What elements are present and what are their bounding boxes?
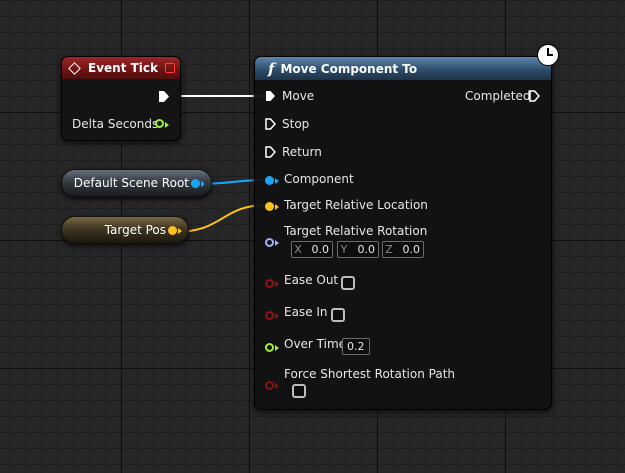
force-shortest-label: Force Shortest Rotation Path	[284, 367, 455, 381]
delta-seconds-label: Delta Seconds	[72, 117, 159, 131]
force-shortest-checkbox[interactable]	[292, 384, 306, 398]
rotation-y-value: 0.0	[357, 243, 376, 256]
move-label: Move	[282, 89, 315, 103]
latent-clock-icon	[537, 44, 559, 66]
completed-exec-pin[interactable]	[529, 90, 540, 102]
rotation-x-field[interactable]: X 0.0	[291, 241, 333, 258]
target-pos-arrow-icon	[178, 228, 182, 234]
default-scene-root-pin[interactable]	[191, 179, 200, 188]
target-pos-label: Target Pos	[104, 223, 166, 237]
target-location-label: Target Relative Location	[284, 198, 428, 212]
return-label: Return	[282, 145, 322, 159]
rotation-z-value: 0.0	[402, 243, 421, 256]
delta-seconds-arrow-icon	[165, 122, 169, 128]
ease-out-checkbox[interactable]	[341, 276, 355, 290]
ease-in-label: Ease In	[284, 305, 328, 319]
event-stop-icon	[165, 63, 175, 73]
stop-exec-pin[interactable]	[265, 118, 276, 130]
rotation-y-field[interactable]: Y 0.0	[337, 241, 379, 258]
force-shortest-arrow-icon	[275, 383, 279, 389]
ease-out-label: Ease Out	[284, 273, 339, 287]
over-time-pin[interactable]	[265, 343, 274, 352]
return-exec-pin[interactable]	[265, 146, 276, 158]
rotation-x-axis-label: X	[294, 243, 302, 256]
completed-label: Completed	[465, 89, 531, 103]
move-component-header[interactable]: f Move Component To	[255, 57, 551, 80]
target-rotation-pin[interactable]	[265, 238, 274, 247]
rotation-z-axis-label: Z	[385, 243, 393, 256]
move-exec-pin[interactable]	[265, 90, 276, 102]
rotation-z-field[interactable]: Z 0.0	[382, 241, 424, 258]
ease-out-arrow-icon	[275, 281, 279, 287]
move-component-to-node[interactable]: f Move Component To Move Stop Return Com…	[254, 56, 552, 410]
target-rotation-label: Target Relative Rotation	[284, 224, 428, 238]
rotation-y-axis-label: Y	[340, 243, 348, 256]
over-time-label: Over Time	[284, 337, 347, 351]
event-tick-node[interactable]: Event Tick Delta Seconds	[61, 56, 181, 141]
component-label: Component	[284, 172, 354, 186]
event-tick-header[interactable]: Event Tick	[62, 57, 180, 79]
component-pin[interactable]	[265, 176, 274, 185]
event-exec-out-pin[interactable]	[158, 90, 170, 103]
target-location-arrow-icon	[275, 204, 279, 210]
target-location-pin[interactable]	[265, 202, 274, 211]
component-arrow-icon	[275, 178, 279, 184]
stop-label: Stop	[282, 117, 310, 131]
default-scene-root-node[interactable]: Default Scene Root	[61, 169, 212, 197]
target-pos-node[interactable]: Target Pos	[61, 216, 189, 244]
delta-seconds-pin[interactable]	[155, 119, 164, 128]
ease-in-checkbox[interactable]	[331, 308, 345, 322]
rotation-x-value: 0.0	[311, 243, 330, 256]
over-time-input[interactable]: 0.2	[342, 338, 370, 355]
over-time-arrow-icon	[275, 345, 279, 351]
move-component-title: Move Component To	[280, 61, 418, 76]
function-icon: f	[268, 59, 275, 78]
event-diamond-icon	[68, 61, 81, 75]
target-pos-pin[interactable]	[168, 226, 177, 235]
event-tick-title: Event Tick	[88, 61, 159, 75]
target-rotation-arrow-icon	[275, 240, 279, 246]
ease-out-pin[interactable]	[265, 279, 274, 288]
ease-in-arrow-icon	[275, 313, 279, 319]
default-scene-root-label: Default Scene Root	[73, 176, 189, 190]
force-shortest-pin[interactable]	[265, 381, 274, 390]
ease-in-pin[interactable]	[265, 311, 274, 320]
default-scene-root-arrow-icon	[201, 181, 205, 187]
